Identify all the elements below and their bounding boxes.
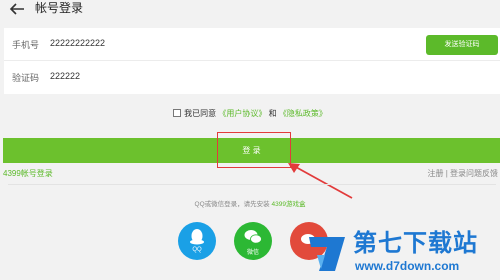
page-title: 帐号登录 [35, 1, 84, 15]
divider [8, 184, 496, 185]
annotation-arrow [288, 163, 353, 199]
agree-and: 和 [268, 109, 277, 118]
phone-row: 手机号 22222222222 发送验证码 [4, 28, 500, 61]
register-link[interactable]: 注册 [427, 169, 443, 178]
links-separator: | [445, 169, 448, 178]
wechat-label: 微信 [246, 250, 259, 256]
back-arrow-icon[interactable] [8, 2, 26, 16]
login-problem-link[interactable]: 登录问题反馈 [450, 169, 498, 178]
phone-input[interactable]: 22222222222 [50, 38, 105, 48]
account-login-link[interactable]: 4399帐号登录 [3, 168, 53, 179]
code-input[interactable]: 222222 [50, 71, 80, 81]
privacy-policy-link[interactable]: 《隐私政策》 [279, 109, 327, 118]
game-box-link[interactable]: 4399游戏盒 [271, 201, 305, 208]
right-links: 注册 | 登录问题反馈 [427, 168, 498, 179]
qq-icon [190, 229, 204, 245]
watermark-brand: 第七下载站 [353, 229, 478, 257]
agree-prefix: 我已同意 [184, 109, 217, 118]
hint-text: QQ或微信登录，请先安装 [194, 201, 270, 208]
qq-label: QQ [192, 247, 202, 253]
agreement-row: 我已同意 《用户协议》 和 《隐私政策》 [0, 108, 500, 122]
user-agreement-link[interactable]: 《用户协议》 [218, 109, 266, 118]
watermark-url: www.d7down.com [355, 259, 460, 273]
watermark: 第七下载站 www.d7down.com [305, 229, 500, 280]
agree-checkbox[interactable] [173, 109, 182, 117]
install-hint: QQ或微信登录，请先安装 4399游戏盒 [0, 198, 500, 208]
qq-login-button[interactable]: QQ [178, 222, 216, 260]
code-label: 验证码 [12, 73, 40, 83]
wechat-login-button[interactable]: 微信 [234, 222, 272, 260]
send-code-button[interactable]: 发送验证码 [426, 35, 498, 55]
code-row: 验证码 222222 [4, 61, 500, 94]
wechat-icon [244, 230, 262, 244]
phone-label: 手机号 [12, 40, 40, 50]
top-bar: 帐号登录 [0, 0, 500, 22]
watermark-logo-icon [309, 237, 345, 271]
login-form: 手机号 22222222222 发送验证码 验证码 222222 [4, 28, 500, 94]
login-button[interactable]: 登 录 [3, 138, 500, 163]
